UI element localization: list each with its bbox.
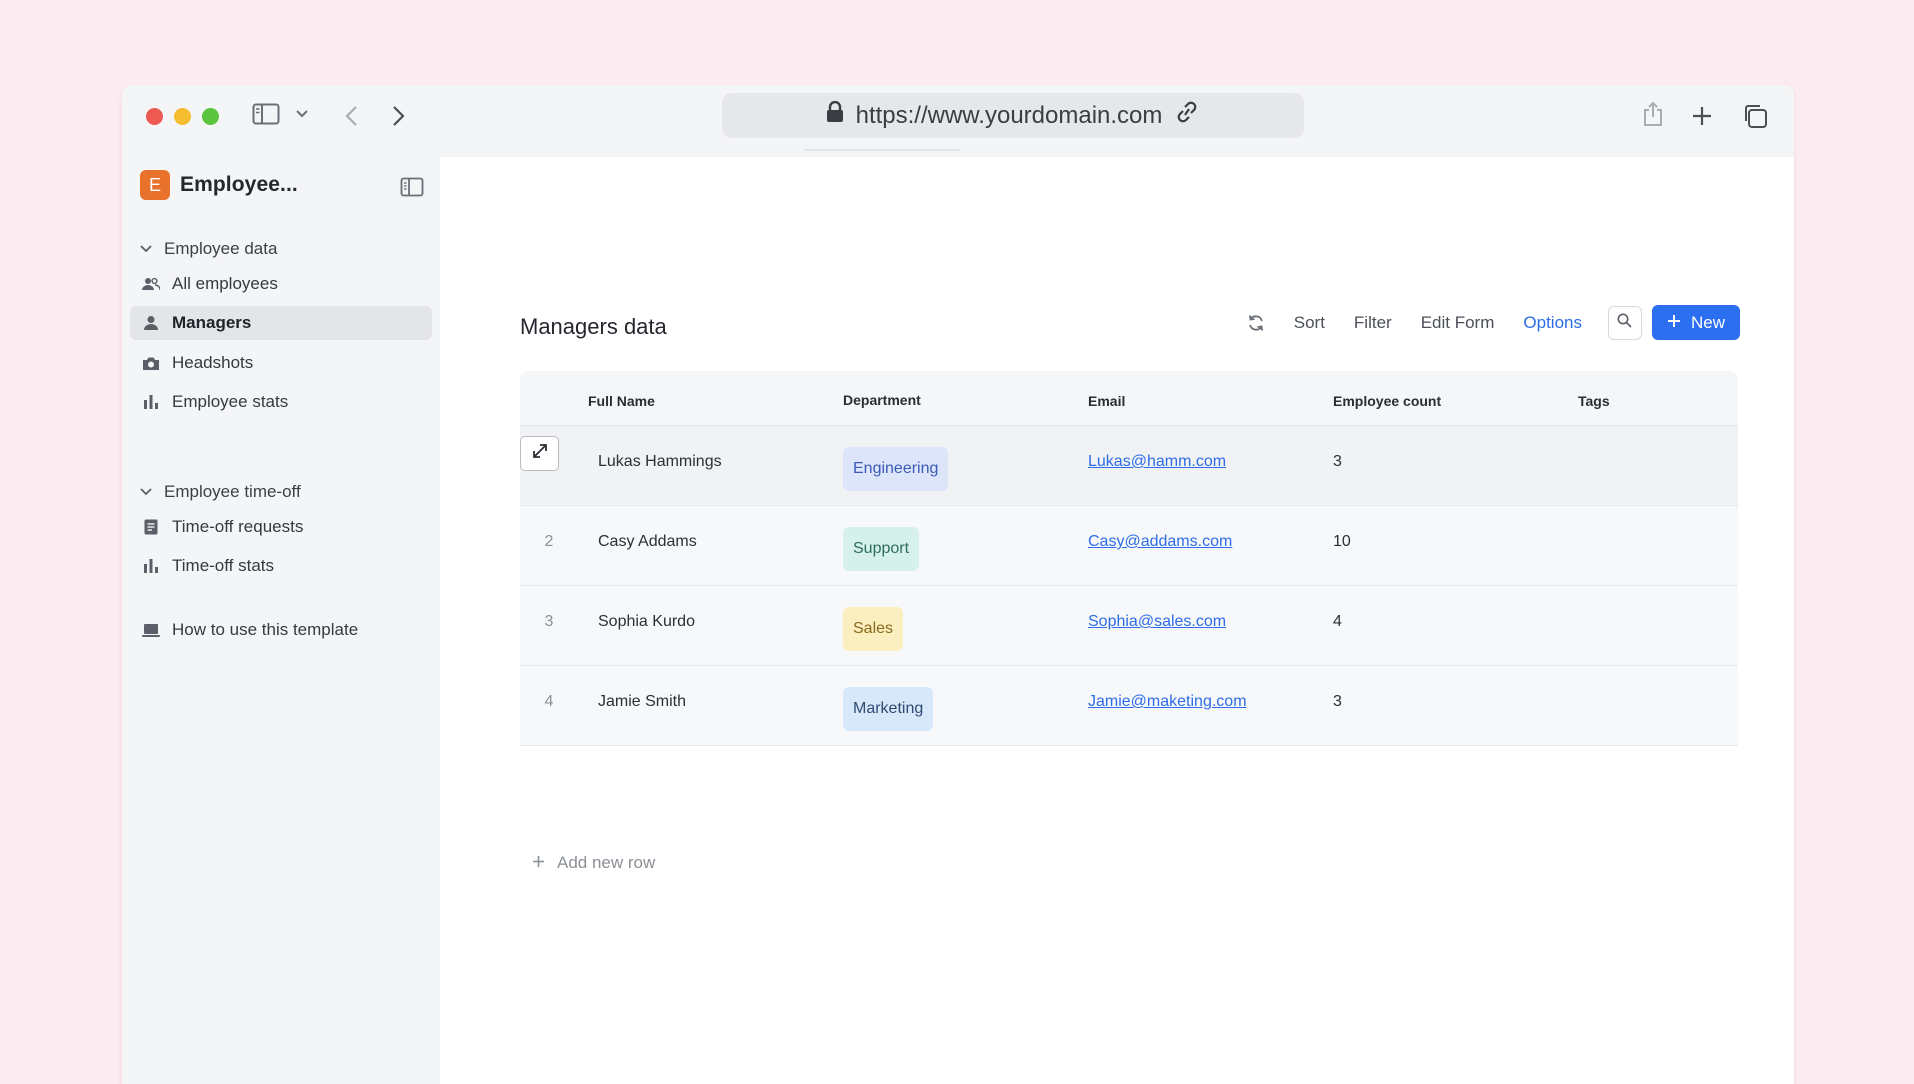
new-tab-plus-icon[interactable]	[1691, 105, 1713, 127]
table-header: Full Name Department Email Employee coun…	[520, 371, 1738, 426]
section-employee-time-off[interactable]: Employee time-off	[140, 482, 301, 502]
row-number: 2	[544, 533, 554, 550]
refresh-icon[interactable]	[1247, 314, 1265, 332]
expand-arrows-icon	[531, 442, 549, 465]
table-row[interactable]: 4 Jamie Smith Marketing Jamie@maketing.c…	[520, 666, 1738, 746]
back-arrow-icon[interactable]	[344, 105, 358, 127]
url-text: https://www.yourdomain.com	[855, 101, 1163, 129]
add-new-row-label: Add new row	[557, 853, 656, 872]
column-header-department[interactable]: Department	[843, 392, 921, 408]
options-button[interactable]: Options	[1523, 313, 1582, 333]
sidebar-item-headshots[interactable]: Headshots	[130, 346, 432, 380]
collapse-sidebar-icon[interactable]	[400, 177, 424, 202]
row-number: 3	[544, 613, 554, 630]
section-title: Employee time-off	[164, 482, 301, 501]
section-employee-data[interactable]: Employee data	[140, 239, 277, 259]
cell-email-link[interactable]: Lukas@hamm.com	[1088, 453, 1226, 471]
department-tag[interactable]: Marketing	[843, 687, 934, 731]
chevron-down-icon	[140, 239, 152, 259]
sidebar-item-time-off-requests[interactable]: Time-off requests	[130, 510, 432, 544]
cell-employee-count[interactable]: 10	[1333, 533, 1351, 551]
workspace-name: Employee...	[180, 173, 298, 196]
new-button-label: New	[1690, 312, 1725, 332]
workspace-switcher[interactable]: E Employee...	[140, 170, 298, 200]
sidebar-item-employee-stats[interactable]: Employee stats	[130, 385, 432, 419]
expand-row-button[interactable]	[520, 436, 559, 471]
main-content: Managers data Sort Filter Edit Form Opti…	[440, 157, 1794, 1084]
view-toolbar: Sort Filter Edit Form Options New	[1247, 305, 1740, 340]
department-tag[interactable]: Sales	[843, 607, 904, 651]
document-icon	[142, 518, 160, 536]
cell-email-link[interactable]: Casy@addams.com	[1088, 533, 1232, 551]
cell-email-link[interactable]: Jamie@maketing.com	[1088, 693, 1247, 711]
page-title: Managers data	[520, 314, 667, 339]
link-icon[interactable]	[1174, 100, 1200, 131]
cell-employee-count[interactable]: 4	[1333, 613, 1342, 631]
workspace-badge: E	[140, 170, 170, 200]
sidebar-item-label: How to use this template	[172, 620, 359, 639]
table-row[interactable]: 3 Sophia Kurdo Sales Sophia@sales.com 4	[520, 586, 1738, 666]
sidebar-item-label: All employees	[172, 274, 278, 293]
sidebar-item-label: Headshots	[172, 353, 254, 372]
minimize-window-button[interactable]	[174, 108, 191, 125]
bar-chart-icon	[142, 393, 160, 411]
tab-indicator	[804, 149, 960, 151]
lock-icon	[826, 100, 844, 130]
cell-full-name[interactable]: Lukas Hammings	[598, 453, 722, 471]
edit-form-button[interactable]: Edit Form	[1421, 313, 1495, 333]
laptop-icon	[142, 621, 160, 639]
column-header-full-name[interactable]: Full Name	[588, 393, 655, 409]
forward-arrow-icon[interactable]	[392, 105, 406, 127]
add-new-row-button[interactable]: Add new row	[532, 853, 655, 873]
cell-full-name[interactable]: Jamie Smith	[598, 693, 686, 711]
sidebar-item-managers[interactable]: Managers	[130, 306, 432, 340]
sidebar-item-label: Managers	[172, 313, 252, 332]
share-icon[interactable]	[1642, 101, 1664, 127]
column-header-email[interactable]: Email	[1088, 393, 1125, 409]
column-header-tags[interactable]: Tags	[1578, 393, 1610, 409]
sidebar-item-all-employees[interactable]: All employees	[130, 267, 432, 301]
sort-button[interactable]: Sort	[1294, 313, 1325, 333]
maximize-window-button[interactable]	[202, 108, 219, 125]
window-controls	[146, 108, 219, 125]
sidebar-item-label: Time-off stats	[172, 556, 275, 575]
people-icon	[142, 275, 160, 293]
filter-button[interactable]: Filter	[1354, 313, 1392, 333]
plus-icon	[1667, 313, 1681, 333]
cell-employee-count[interactable]: 3	[1333, 693, 1342, 711]
sidebar-item-label: Time-off requests	[172, 517, 304, 536]
new-record-button[interactable]: New	[1651, 305, 1740, 340]
row-number: 4	[544, 693, 554, 710]
chevron-down-icon[interactable]	[296, 109, 308, 119]
cell-full-name[interactable]: Casy Addams	[598, 533, 697, 551]
table-row[interactable]: Lukas Hammings Engineering Lukas@hamm.co…	[520, 426, 1738, 506]
sidebar: E Employee... Employee data All employee…	[122, 157, 440, 1084]
sidebar-toggle-icon[interactable]	[252, 103, 280, 125]
managers-table: Full Name Department Email Employee coun…	[520, 371, 1738, 746]
sidebar-item-time-off-stats[interactable]: Time-off stats	[130, 549, 432, 583]
close-window-button[interactable]	[146, 108, 163, 125]
department-tag[interactable]: Support	[843, 527, 920, 571]
chevron-down-icon	[140, 482, 152, 502]
cell-full-name[interactable]: Sophia Kurdo	[598, 613, 695, 631]
section-title: Employee data	[164, 239, 278, 258]
sidebar-item-how-to-use[interactable]: How to use this template	[130, 613, 432, 647]
department-tag[interactable]: Engineering	[843, 447, 949, 491]
search-button[interactable]	[1607, 305, 1642, 340]
search-icon	[1617, 313, 1633, 333]
cell-employee-count[interactable]: 3	[1333, 453, 1342, 471]
browser-titlebar: https://www.yourdomain.com	[122, 85, 1794, 157]
browser-window: https://www.yourdomain.com E Employee...	[122, 85, 1794, 1084]
column-header-employee-count[interactable]: Employee count	[1333, 393, 1441, 409]
cell-email-link[interactable]: Sophia@sales.com	[1088, 613, 1226, 631]
camera-icon	[142, 354, 160, 372]
tab-overview-icon[interactable]	[1742, 103, 1768, 129]
person-icon	[142, 314, 160, 332]
table-row[interactable]: 2 Casy Addams Support Casy@addams.com 10	[520, 506, 1738, 586]
plus-icon	[532, 853, 545, 873]
address-bar[interactable]: https://www.yourdomain.com	[722, 93, 1304, 138]
sidebar-item-label: Employee stats	[172, 392, 289, 411]
bar-chart-icon	[142, 557, 160, 575]
